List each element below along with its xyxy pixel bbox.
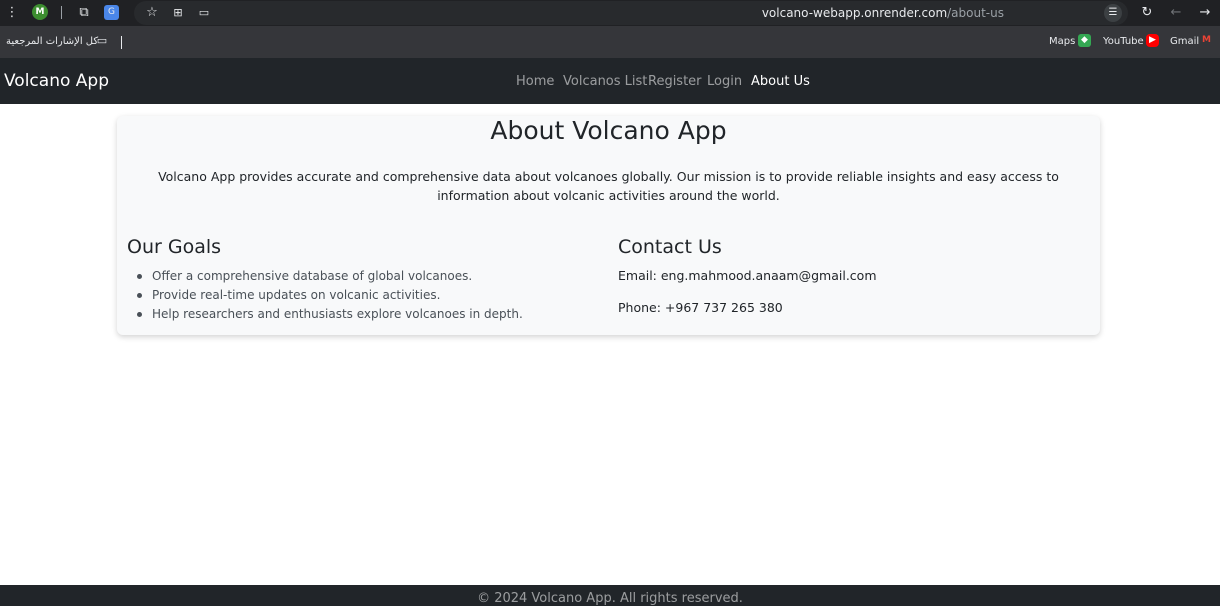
page-title: About Volcano App	[490, 116, 727, 145]
menu-kebab-icon[interactable]: ⋮	[3, 5, 21, 21]
cast-icon[interactable]: ▭	[195, 5, 213, 21]
url-path: /about-us	[947, 6, 1004, 20]
install-app-icon[interactable]: ⊞	[169, 5, 187, 21]
back-arrow-icon[interactable]: ←	[1167, 5, 1185, 21]
nav-register[interactable]: Register	[648, 74, 702, 89]
forward-arrow-icon[interactable]: →	[1196, 5, 1214, 21]
nav-about-us[interactable]: About Us	[751, 74, 810, 89]
site-settings-icon[interactable]: ☰	[1104, 4, 1122, 22]
goals-list: Offer a comprehensive database of global…	[137, 267, 523, 324]
translate-icon[interactable]: G	[104, 5, 119, 20]
contact-email: Email: eng.mahmood.anaam@gmail.com	[618, 268, 877, 283]
youtube-icon: ▶	[1146, 34, 1159, 47]
extensions-icon[interactable]: ⧉	[75, 5, 93, 21]
url-text[interactable]: volcano-webapp.onrender.com/about-us	[762, 6, 1004, 20]
contact-phone: Phone: +967 737 265 380	[618, 300, 783, 315]
about-card: About Volcano App Volcano App provides a…	[117, 116, 1100, 335]
nav-volcanos-list[interactable]: Volcanos List	[563, 74, 647, 89]
bookmark-gmail[interactable]: Gmail	[1170, 36, 1199, 47]
address-bar[interactable]: ☆ ⊞ ▭ volcano-webapp.onrender.com/about-…	[134, 1, 1128, 25]
url-host: volcano-webapp.onrender.com	[761, 6, 948, 20]
contact-heading: Contact Us	[618, 236, 722, 258]
app-navbar: Volcano App Home Volcanos List Register …	[0, 58, 1220, 104]
browser-toolbar: ⋮ M ⧉ G ☆ ⊞ ▭ volcano-webapp.onrender.co…	[0, 0, 1220, 26]
page-footer: © 2024 Volcano App. All rights reserved.	[0, 585, 1220, 606]
bookmark-maps[interactable]: Maps	[1049, 36, 1075, 47]
profile-avatar[interactable]: M	[32, 4, 48, 20]
gmail-icon: M	[1202, 35, 1211, 45]
bookmark-youtube[interactable]: YouTube	[1103, 36, 1144, 47]
goal-item: Offer a comprehensive database of global…	[137, 267, 523, 286]
maps-icon: ◆	[1078, 34, 1091, 47]
bookmark-star-icon[interactable]: ☆	[143, 5, 161, 21]
copyright-text: © 2024 Volcano App. All rights reserved.	[477, 591, 743, 606]
goals-heading: Our Goals	[127, 236, 222, 258]
bookmarks-bar: كل الإشارات المرجعية ▭ Maps ◆ YouTube ▶ …	[0, 26, 1220, 58]
nav-login[interactable]: Login	[707, 74, 742, 89]
brand-logo-text[interactable]: Volcano App	[4, 71, 109, 91]
all-bookmarks-label[interactable]: كل الإشارات المرجعية	[6, 36, 98, 47]
nav-home[interactable]: Home	[516, 74, 554, 89]
folder-icon: ▭	[96, 34, 108, 47]
toolbar-divider	[61, 6, 62, 19]
reload-icon[interactable]: ↻	[1138, 5, 1156, 21]
goal-item: Provide real-time updates on volcanic ac…	[137, 286, 523, 305]
goal-item: Help researchers and enthusiasts explore…	[137, 305, 523, 324]
intro-paragraph: Volcano App provides accurate and compre…	[158, 169, 1059, 203]
bookmarks-divider	[121, 36, 122, 49]
